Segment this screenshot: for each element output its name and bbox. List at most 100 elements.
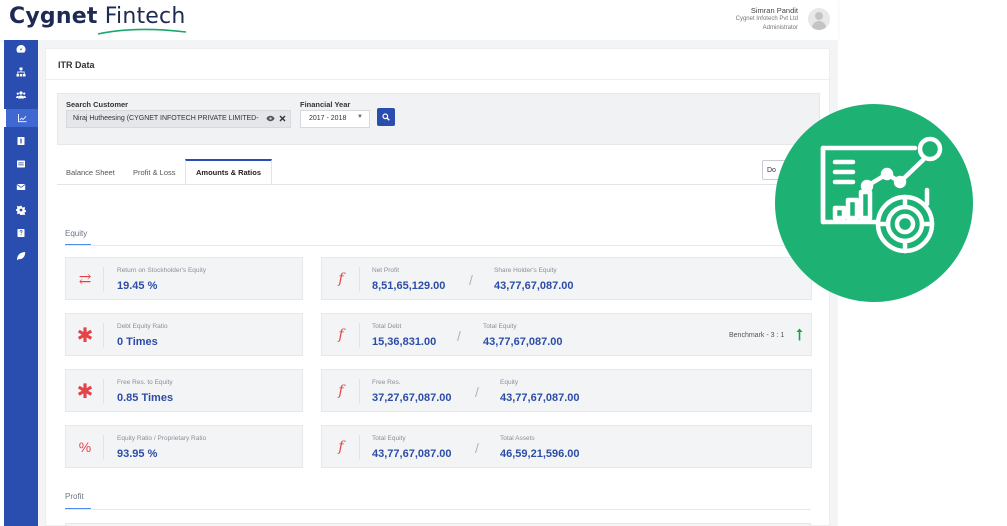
numerator-label: Free Res.	[372, 379, 401, 386]
ratio-value: 19.45 %	[117, 280, 158, 292]
denominator-label: Total Assets	[500, 435, 535, 442]
card-separator	[103, 379, 104, 404]
sidebar-item-users[interactable]	[4, 86, 38, 104]
book-icon	[17, 229, 25, 237]
sidebar-item-list[interactable]	[4, 155, 38, 173]
ratio-card-free-reserves: ✱ Free Res. to Equity 0.85 Times	[65, 369, 303, 412]
brand-logo[interactable]: Cygnet Fintech	[9, 4, 185, 29]
numerator-label: Net Profit	[372, 267, 400, 274]
dashboard-icon	[16, 44, 26, 53]
sidebar-item-messages[interactable]	[4, 178, 38, 196]
ratio-value: 0 Times	[117, 336, 158, 348]
section-profit-divider	[65, 509, 811, 510]
denominator-label: Equity	[500, 379, 519, 386]
sidebar-item-hierarchy[interactable]	[4, 63, 38, 81]
user-role: Administrator	[762, 25, 798, 31]
customer-search-input[interactable]: Niraj Hutheesing (CYGNET INFOTECH PRIVAT…	[66, 110, 291, 128]
numerator-value: 15,36,831.00	[372, 336, 437, 348]
numerator-value: 37,27,67,087.00	[372, 392, 452, 404]
card-separator	[359, 379, 360, 404]
asterisk-icon: ✱	[76, 322, 94, 347]
list-icon	[17, 160, 25, 168]
avatar[interactable]	[808, 8, 830, 30]
tab-balance-sheet[interactable]: Balance Sheet	[66, 159, 115, 185]
user-info[interactable]: Simran Pandit Cygnet Infotech Pvt Ltd Ad…	[736, 6, 798, 33]
numerator-label: Total Equity	[372, 435, 406, 442]
denominator-value: 43,77,67,087.00	[494, 280, 574, 292]
clear-icon[interactable]	[279, 115, 286, 122]
customer-input-actions	[266, 114, 286, 123]
financial-year-select[interactable]: 2017 - 2018 ▼	[300, 110, 370, 128]
ratio-label: Equity Ratio / Proprietary Ratio	[117, 435, 207, 442]
formula-card-debt-equity: f Total Debt 15,36,831.00 / Total Equity…	[321, 313, 812, 356]
formula-card-equity-ratio: f Total Equity 43,77,67,087.00 / Total A…	[321, 425, 812, 468]
sidebar-item-settings[interactable]	[4, 201, 38, 219]
analytics-dashboard-icon	[820, 136, 943, 254]
users-icon	[16, 91, 26, 99]
panel-divider	[46, 79, 831, 80]
ratio-label: Free Res. to Equity	[117, 379, 173, 386]
division-slash: /	[475, 440, 479, 456]
document-icon	[17, 137, 25, 145]
card-separator	[359, 435, 360, 460]
customer-label: Search Customer	[66, 100, 129, 109]
financial-year-label: Financial Year	[300, 100, 351, 109]
ratio-card-roe: ⇄ Return on Stockholder's Equity 19.45 %	[65, 257, 303, 300]
tab-amounts-ratios[interactable]: Amounts & Ratios	[185, 159, 273, 185]
formula-icon: f	[338, 326, 344, 343]
asterisk-icon: ✱	[76, 378, 94, 403]
arrow-up-icon	[796, 328, 803, 341]
gear-icon	[16, 205, 26, 215]
sidebar-item-help[interactable]	[4, 224, 38, 242]
financial-year-value: 2017 - 2018	[309, 115, 347, 122]
ratio-label: Debt Equity Ratio	[117, 323, 168, 330]
sidebar-item-dashboard[interactable]	[4, 40, 38, 58]
brand-name-light: Fintech	[104, 4, 186, 29]
chart-icon	[18, 114, 27, 123]
search-button[interactable]	[377, 108, 395, 126]
numerator-value: 8,51,65,129.00	[372, 280, 446, 292]
eye-icon[interactable]	[266, 115, 275, 122]
user-company: Cygnet Infotech Pvt Ltd	[735, 16, 798, 22]
division-slash: /	[457, 328, 461, 344]
card-separator	[103, 435, 104, 460]
tabs-underline	[57, 184, 820, 185]
formula-icon: f	[338, 438, 344, 455]
card-separator	[359, 267, 360, 292]
card-separator	[359, 323, 360, 348]
search-filters: Search Customer Niraj Hutheesing (CYGNET…	[57, 93, 820, 145]
sidebar-item-eco[interactable]	[4, 247, 38, 265]
formula-icon: f	[338, 270, 344, 287]
ratio-label: Return on Stockholder's Equity	[117, 267, 207, 274]
ratio-value: 93.95 %	[117, 448, 158, 460]
brand-name-bold: Cygnet	[9, 4, 98, 29]
leaf-icon	[17, 252, 26, 261]
ratio-card-equity-ratio: % Equity Ratio / Proprietary Ratio 93.95…	[65, 425, 303, 468]
sidebar-item-reports[interactable]	[4, 109, 38, 127]
user-name: Simran Pandit	[750, 6, 798, 15]
app-window: Cygnet Fintech Simran Pandit Cygnet Info…	[0, 0, 1007, 526]
card-separator	[103, 267, 104, 292]
caret-down-icon: ▼	[357, 114, 363, 120]
division-slash: /	[469, 272, 473, 288]
sidebar-item-documents[interactable]	[4, 132, 38, 150]
sidebar	[4, 40, 38, 526]
percent-icon: %	[78, 438, 92, 455]
division-slash: /	[475, 384, 479, 400]
analytics-badge	[775, 104, 973, 302]
top-header: Cygnet Fintech Simran Pandit Cygnet Info…	[0, 0, 838, 40]
customer-value: Niraj Hutheesing (CYGNET INFOTECH PRIVAT…	[73, 115, 259, 122]
benchmark-label: Benchmark - 3 : 1	[729, 332, 785, 339]
tab-profit-loss[interactable]: Profit & Loss	[133, 159, 176, 185]
section-profit-heading: Profit	[65, 492, 84, 501]
numerator-value: 43,77,67,087.00	[372, 448, 452, 460]
denominator-label: Share Holder's Equity	[494, 267, 557, 274]
search-icon	[382, 113, 390, 121]
ratio-value: 0.85 Times	[117, 392, 174, 404]
denominator-value: 43,77,67,087.00	[500, 392, 580, 404]
page-title: ITR Data	[58, 60, 95, 70]
ratio-card-debt-equity: ✱ Debt Equity Ratio 0 Times	[65, 313, 303, 356]
card-separator	[103, 323, 104, 348]
formula-icon: f	[338, 382, 344, 399]
formula-card-roe: f Net Profit 8,51,65,129.00 / Share Hold…	[321, 257, 812, 300]
